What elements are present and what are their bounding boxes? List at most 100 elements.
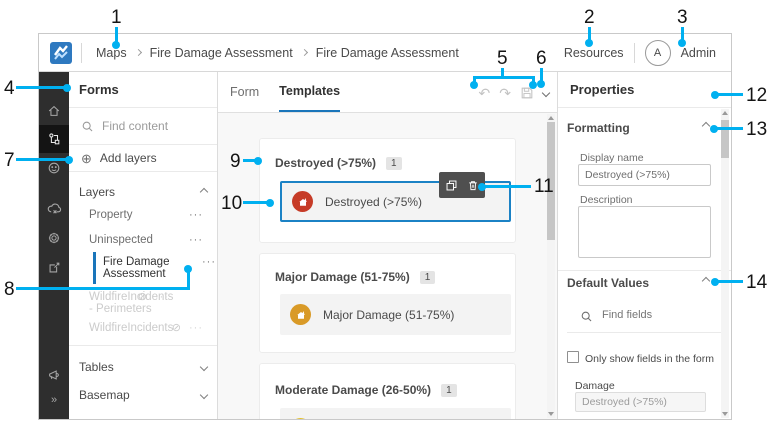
layer-row-wildfire-perimeters[interactable]: WildfireIncidents - Perimeters ⊘ ···: [89, 292, 175, 315]
callout-4-label: 4: [4, 79, 15, 98]
chevron-up-icon: [200, 187, 208, 195]
damage-field-input[interactable]: [575, 392, 706, 412]
callout-8-dot: [184, 265, 192, 273]
scroll-up-arrow[interactable]: [722, 111, 728, 115]
search-icon: [81, 120, 94, 133]
selected-layer-bar: [93, 252, 96, 284]
tables-section-header[interactable]: Tables: [69, 353, 217, 380]
description-textarea[interactable]: [578, 206, 711, 258]
feedback-icon[interactable]: [39, 361, 69, 389]
breadcrumb-maps[interactable]: Maps: [96, 46, 127, 60]
home-icon[interactable]: [39, 97, 69, 125]
scroll-down-arrow[interactable]: [548, 412, 554, 416]
layer-options-icon[interactable]: ···: [189, 235, 203, 246]
callout-5-left-dot: [470, 81, 478, 89]
group-title-label: Major Damage (51-75%): [275, 270, 410, 284]
callout-12-line: [718, 93, 743, 96]
display-name-input[interactable]: [578, 164, 711, 186]
callout-11-line: [485, 185, 531, 188]
offline-icon[interactable]: [39, 194, 69, 222]
callout-7-label: 7: [4, 151, 15, 170]
layer-options-icon[interactable]: ···: [155, 292, 169, 304]
resources-link[interactable]: Resources: [564, 46, 624, 60]
save-menu-chevron[interactable]: [542, 88, 550, 96]
header-divider: [81, 43, 82, 63]
layer-row-property[interactable]: Property ···: [89, 210, 209, 221]
display-name-label: Display name: [580, 152, 644, 164]
layer-row-fire-damage-assessment[interactable]: Fire Damage Assessment ···: [103, 257, 195, 280]
properties-scrollbar[interactable]: [719, 108, 731, 419]
duplicate-icon[interactable]: [445, 179, 458, 192]
layer-options-icon[interactable]: ···: [189, 210, 203, 221]
scroll-down-arrow[interactable]: [722, 412, 728, 416]
redo-icon[interactable]: ↷: [499, 86, 511, 100]
callout-3-label: 3: [677, 8, 688, 27]
settings-icon[interactable]: [39, 224, 69, 252]
layers-section-header[interactable]: Layers: [69, 178, 217, 205]
forms-icon[interactable]: [39, 125, 69, 153]
expand-rail-icon[interactable]: »: [39, 386, 69, 414]
collapse-default-values-chevron[interactable]: [702, 277, 710, 285]
collapse-formatting-chevron[interactable]: [702, 122, 710, 130]
esri-logo[interactable]: [50, 42, 72, 64]
search-underline: [567, 332, 729, 333]
major-damage-symbol-icon: [290, 304, 311, 325]
layer-options-icon[interactable]: ···: [202, 257, 216, 269]
callout-11-label: 11: [534, 177, 554, 196]
scrollbar-thumb[interactable]: [721, 120, 729, 158]
template-item-moderate[interactable]: Moderate Damage (26-50%): [280, 408, 511, 419]
breadcrumb: Maps Fire Damage Assessment Fire Damage …: [96, 46, 459, 60]
callout-13-label: 13: [746, 120, 767, 139]
breadcrumb-map-name[interactable]: Fire Damage Assessment: [150, 46, 293, 60]
callout-10-line: [243, 201, 268, 204]
callout-9-label: 9: [230, 152, 241, 171]
layer-label: WildfireIncidents: [89, 322, 173, 334]
find-fields-input[interactable]: [602, 309, 702, 321]
template-item-major[interactable]: Major Damage (51-75%): [280, 294, 511, 335]
avatar[interactable]: A: [645, 40, 671, 66]
not-allowed-icon: ⊘: [138, 292, 147, 304]
add-layers-button[interactable]: ⊕ Add layers: [69, 145, 217, 172]
callout-4-dot: [63, 84, 71, 92]
basemap-section-header[interactable]: Basemap: [69, 381, 217, 408]
sharing-icon[interactable]: [39, 254, 69, 282]
layer-row-wildfire-incidents[interactable]: WildfireIncidents ⊘ ···: [89, 323, 209, 334]
properties-title: Properties: [558, 72, 731, 108]
template-group-title: Major Damage (51-75%) 1: [260, 254, 515, 284]
search-icon: [580, 310, 593, 323]
template-count-badge: 1: [420, 271, 436, 284]
tab-form[interactable]: Form: [230, 72, 259, 112]
layer-label: Uninspected: [89, 234, 153, 246]
callout-1-line: [115, 27, 118, 42]
layer-row-uninspected[interactable]: Uninspected ···: [89, 235, 209, 246]
template-group-major: Major Damage (51-75%) 1 Major Damage (51…: [259, 253, 516, 353]
layer-options-icon[interactable]: ···: [189, 323, 203, 334]
template-count-badge: 1: [441, 384, 457, 397]
forms-panel-title: Forms: [69, 72, 217, 108]
template-count-badge: 1: [386, 157, 402, 170]
find-content-input[interactable]: [102, 119, 202, 133]
callout-6-dot: [537, 80, 545, 88]
templates-list: Destroyed (>75%) 1 Destroyed (>75%): [218, 113, 557, 419]
callout-9-dot: [254, 157, 262, 165]
only-show-fields-checkbox[interactable]: [567, 351, 579, 363]
user-menu[interactable]: Admin: [681, 46, 716, 60]
undo-icon[interactable]: ↶: [479, 86, 491, 100]
scroll-up-arrow[interactable]: [548, 116, 554, 120]
template-group-moderate: Moderate Damage (26-50%) 1 Moderate Dama…: [259, 363, 516, 419]
callout-14-label: 14: [746, 273, 767, 292]
header-divider: [634, 43, 635, 63]
callout-5-right-dot: [529, 81, 537, 89]
figure: Maps Fire Damage Assessment Fire Damage …: [0, 0, 772, 423]
esri-logo-glyph: [50, 42, 72, 64]
callout-12-label: 12: [746, 86, 767, 105]
callout-7-dot: [65, 156, 73, 164]
find-content-search[interactable]: [69, 108, 217, 145]
layer-label: Property: [89, 209, 132, 221]
tab-templates[interactable]: Templates: [279, 72, 340, 112]
callout-6-label: 6: [536, 49, 547, 68]
properties-content: Formatting Display name Description Defa…: [558, 108, 731, 419]
templates-scrollbar[interactable]: [545, 113, 557, 419]
chevron-down-icon: [200, 390, 208, 398]
breadcrumb-page-name: Fire Damage Assessment: [316, 46, 459, 60]
